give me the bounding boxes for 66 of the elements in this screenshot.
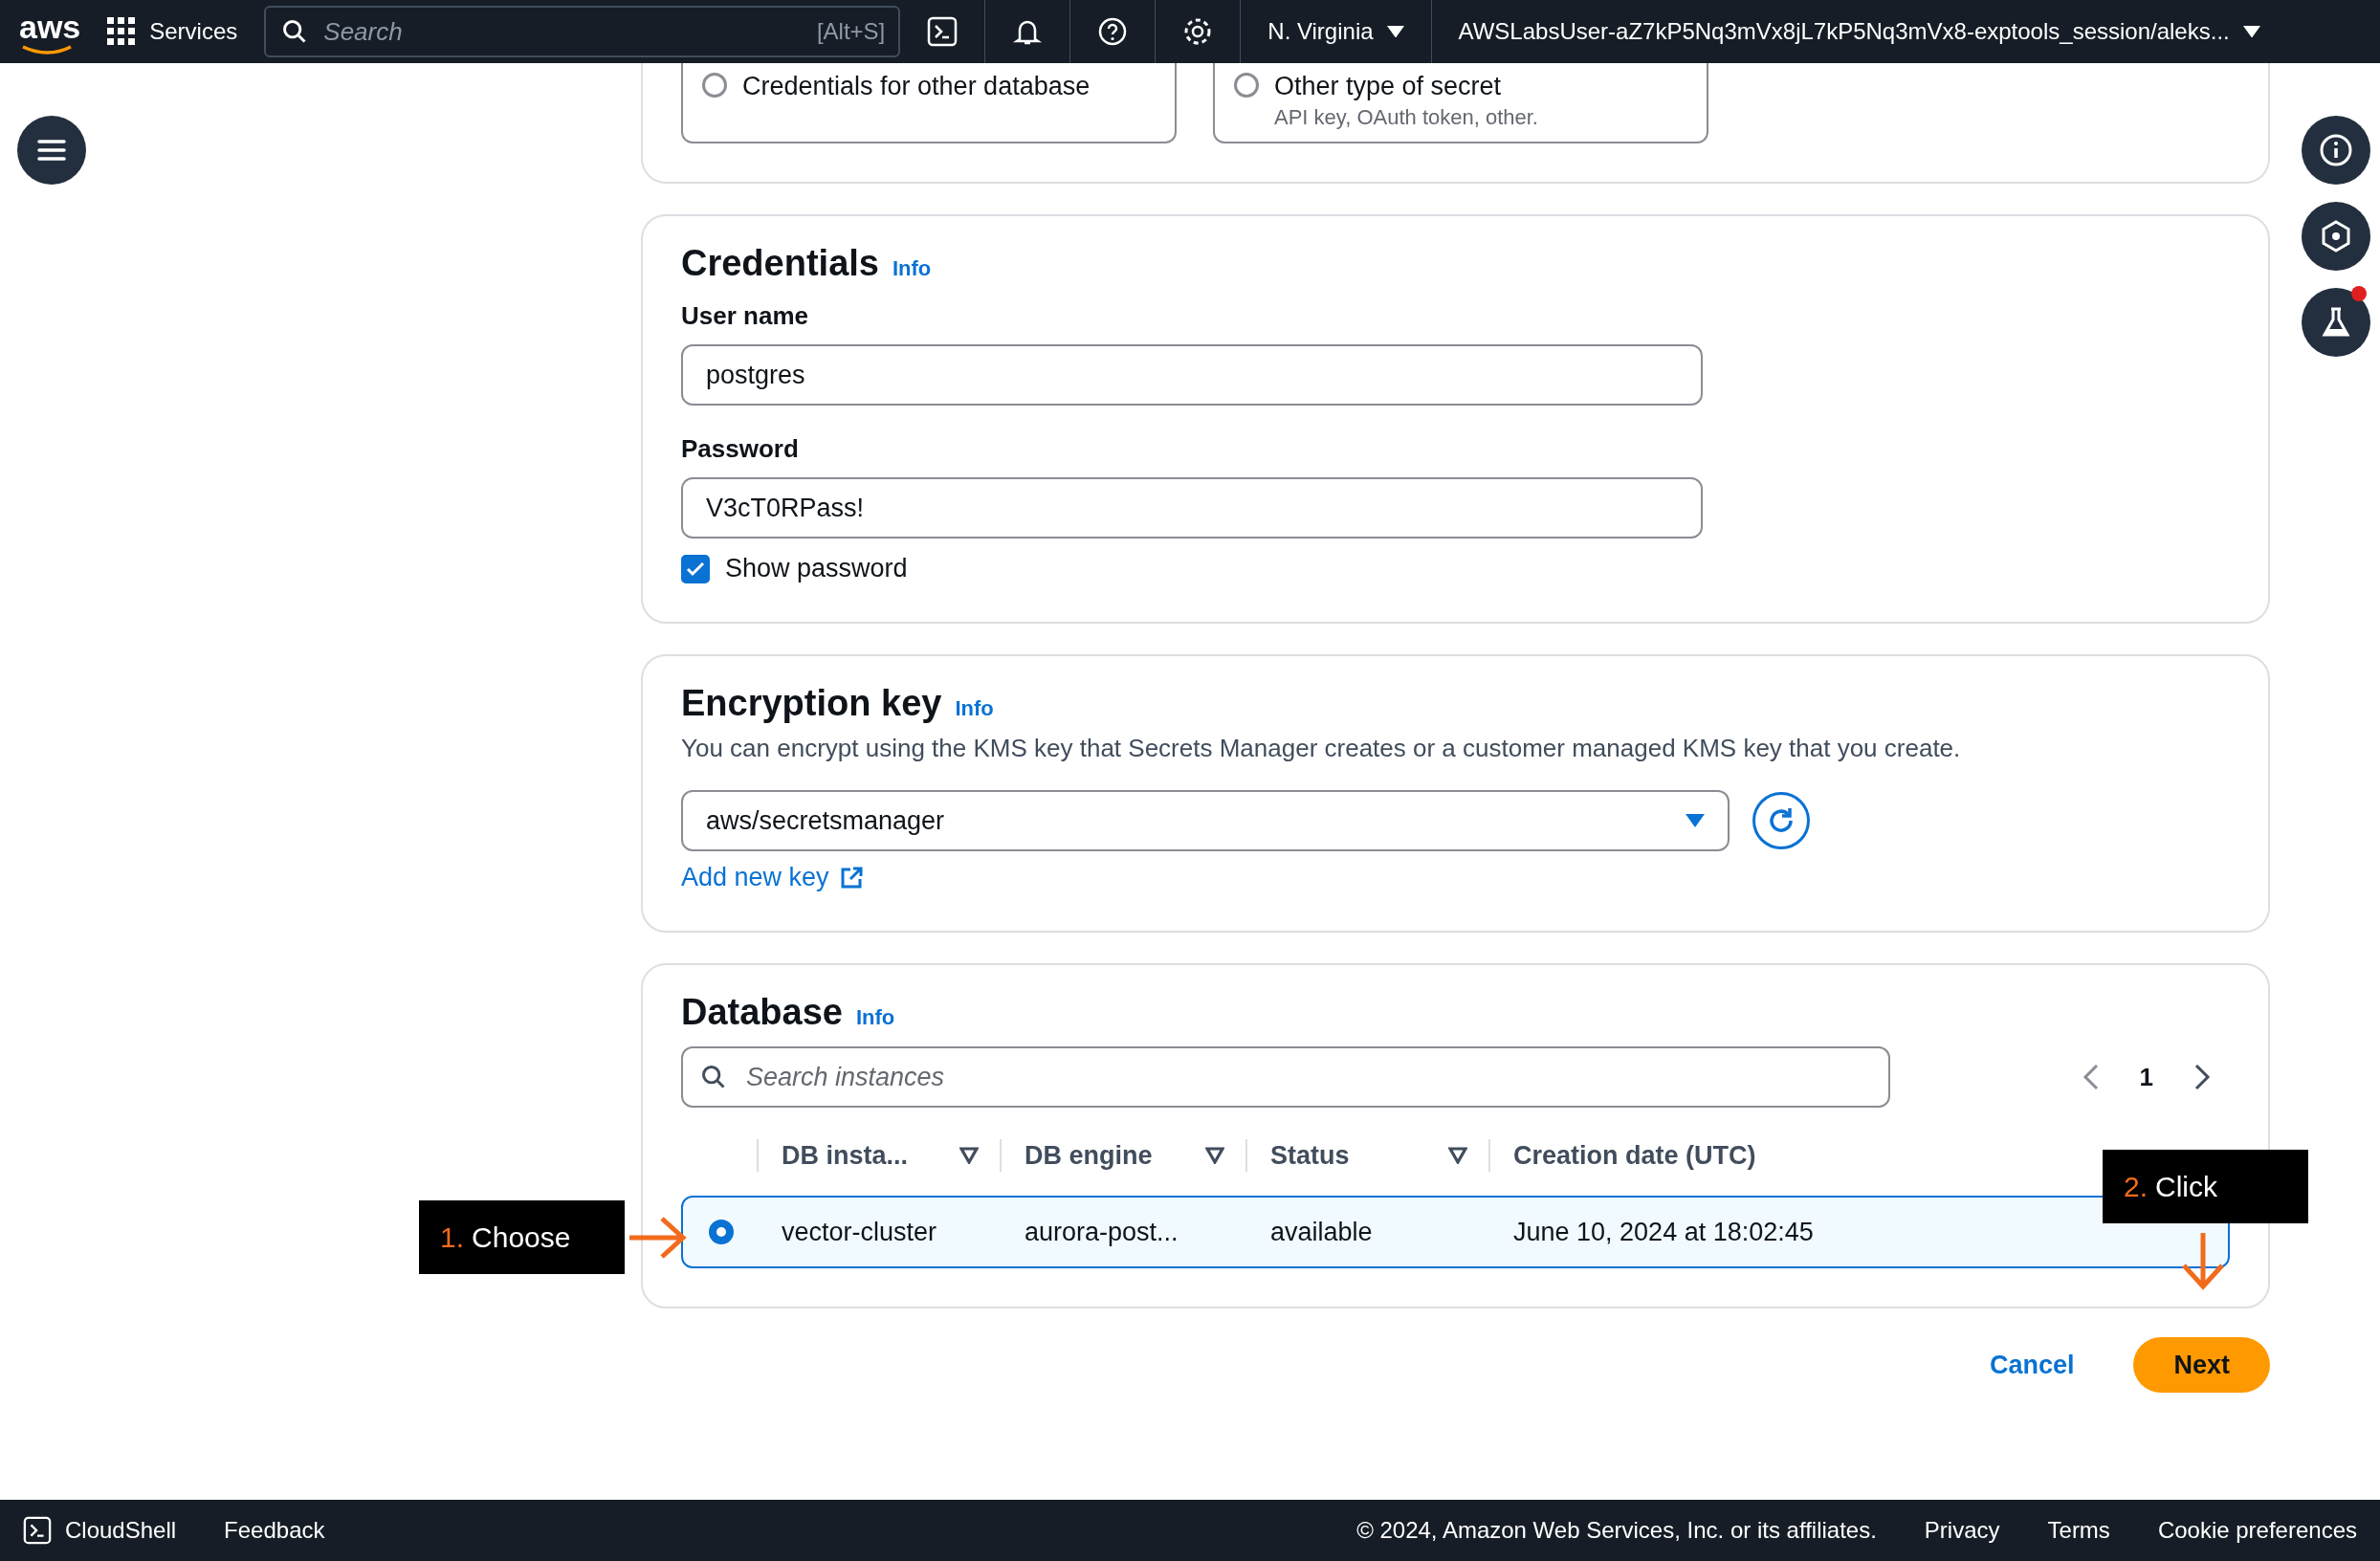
footer-link[interactable]: Privacy xyxy=(1924,1517,2000,1544)
secret-type-option[interactable]: Credentials for other database xyxy=(681,63,1177,143)
table-cell-text: available xyxy=(1269,1217,1374,1247)
checkmark-icon xyxy=(686,561,705,577)
cloudshell-button[interactable]: CloudShell xyxy=(23,1516,177,1545)
account-menu[interactable]: AWSLabsUser-aZ7kP5Nq3mVx8jL7kP5Nq3mVx8-exptools_session/aleks... xyxy=(1458,18,2260,45)
callout-label: 1. Choose xyxy=(419,1200,625,1274)
radio-button[interactable] xyxy=(708,1220,734,1244)
column-header[interactable]: Status xyxy=(1270,1140,1350,1171)
menu-icon xyxy=(37,138,66,163)
terminal-button[interactable] xyxy=(927,16,959,47)
field-label: User name xyxy=(681,301,809,331)
section-title: Encryption key xyxy=(681,683,942,724)
footer-link[interactable]: Terms xyxy=(2047,1517,2110,1544)
caret-icon xyxy=(2242,25,2260,38)
search-icon xyxy=(700,1064,727,1090)
services-menu[interactable]: Services xyxy=(107,17,238,46)
secret-type-option[interactable]: Other type of secret API key, OAuth token, other. xyxy=(1213,63,1708,143)
kms-key-select[interactable]: aws/secretsmanager xyxy=(681,790,1730,851)
radio-button[interactable] xyxy=(702,73,727,98)
previous-page-icon[interactable] xyxy=(2082,1063,2100,1091)
password-field[interactable]: V3cT0RPass! xyxy=(681,477,1703,539)
field-label: Password xyxy=(681,434,800,464)
section-description: You can encrypt using the KMS key that Secrets Manager creates or a customer managed KMS key that you create. xyxy=(681,734,1962,763)
username-field[interactable]: postgres xyxy=(681,344,1703,406)
callout-label: 2. Click xyxy=(2103,1150,2308,1223)
cancel-button[interactable]: Cancel xyxy=(1983,1349,2081,1381)
info-link[interactable]: Info xyxy=(856,1005,895,1030)
info-icon xyxy=(2318,133,2353,167)
notification-dot xyxy=(2350,286,2367,301)
info-link[interactable]: Info xyxy=(955,696,994,721)
column-header[interactable]: DB engine xyxy=(1025,1140,1153,1171)
column-header[interactable]: Creation date (UTC) xyxy=(1513,1140,1756,1171)
table-cell-text: aurora-post... xyxy=(1024,1217,1179,1247)
next-button[interactable]: Next xyxy=(2133,1337,2270,1393)
grid-icon xyxy=(107,17,137,46)
option-label: Credentials for other database xyxy=(742,73,1091,99)
checkbox-label: Show password xyxy=(725,554,908,583)
add-key-link[interactable]: Add new key xyxy=(681,863,864,892)
copyright-text: © 2024, Amazon Web Services, Inc. or its affiliates. xyxy=(1356,1517,1877,1544)
section-title: Database xyxy=(681,992,843,1033)
column-header[interactable]: DB insta... xyxy=(782,1140,909,1171)
arrow-icon xyxy=(2181,1231,2225,1290)
checkbox[interactable] xyxy=(681,554,710,583)
table-cell-text: vector-cluster xyxy=(781,1217,938,1247)
radio-button[interactable] xyxy=(1234,73,1259,98)
terminal-icon xyxy=(23,1516,52,1545)
section-title: Credentials xyxy=(681,243,879,284)
next-page-icon[interactable] xyxy=(2193,1063,2211,1091)
option-description: API key, OAuth token, other. xyxy=(1274,105,1538,130)
refresh-button[interactable] xyxy=(1752,792,1810,849)
footer-link[interactable]: Cookie preferences xyxy=(2157,1517,2357,1544)
page-number[interactable]: 1 xyxy=(2133,1061,2159,1093)
region-menu[interactable]: N. Virginia xyxy=(1267,18,1404,45)
shortcut-hint: [Alt+S] xyxy=(816,18,886,45)
table-cell-text: June 10, 2024 at 18:02:45 xyxy=(1512,1217,1815,1247)
table-row[interactable]: vector-cluster aurora-post... available June 10, 2024 at 18:02:45 xyxy=(681,1196,2230,1268)
feedback-link[interactable]: Feedback xyxy=(224,1517,325,1544)
caret-icon xyxy=(1686,814,1705,827)
arrow-icon xyxy=(628,1216,687,1260)
aws-logo[interactable]: aws xyxy=(19,8,81,55)
search-field[interactable]: Search instances xyxy=(681,1046,1890,1108)
help-icon[interactable] xyxy=(1097,16,1129,47)
caret-icon xyxy=(1386,25,1404,38)
option-label: Other type of secret xyxy=(1274,73,1503,99)
info-link[interactable]: Info xyxy=(892,256,932,281)
